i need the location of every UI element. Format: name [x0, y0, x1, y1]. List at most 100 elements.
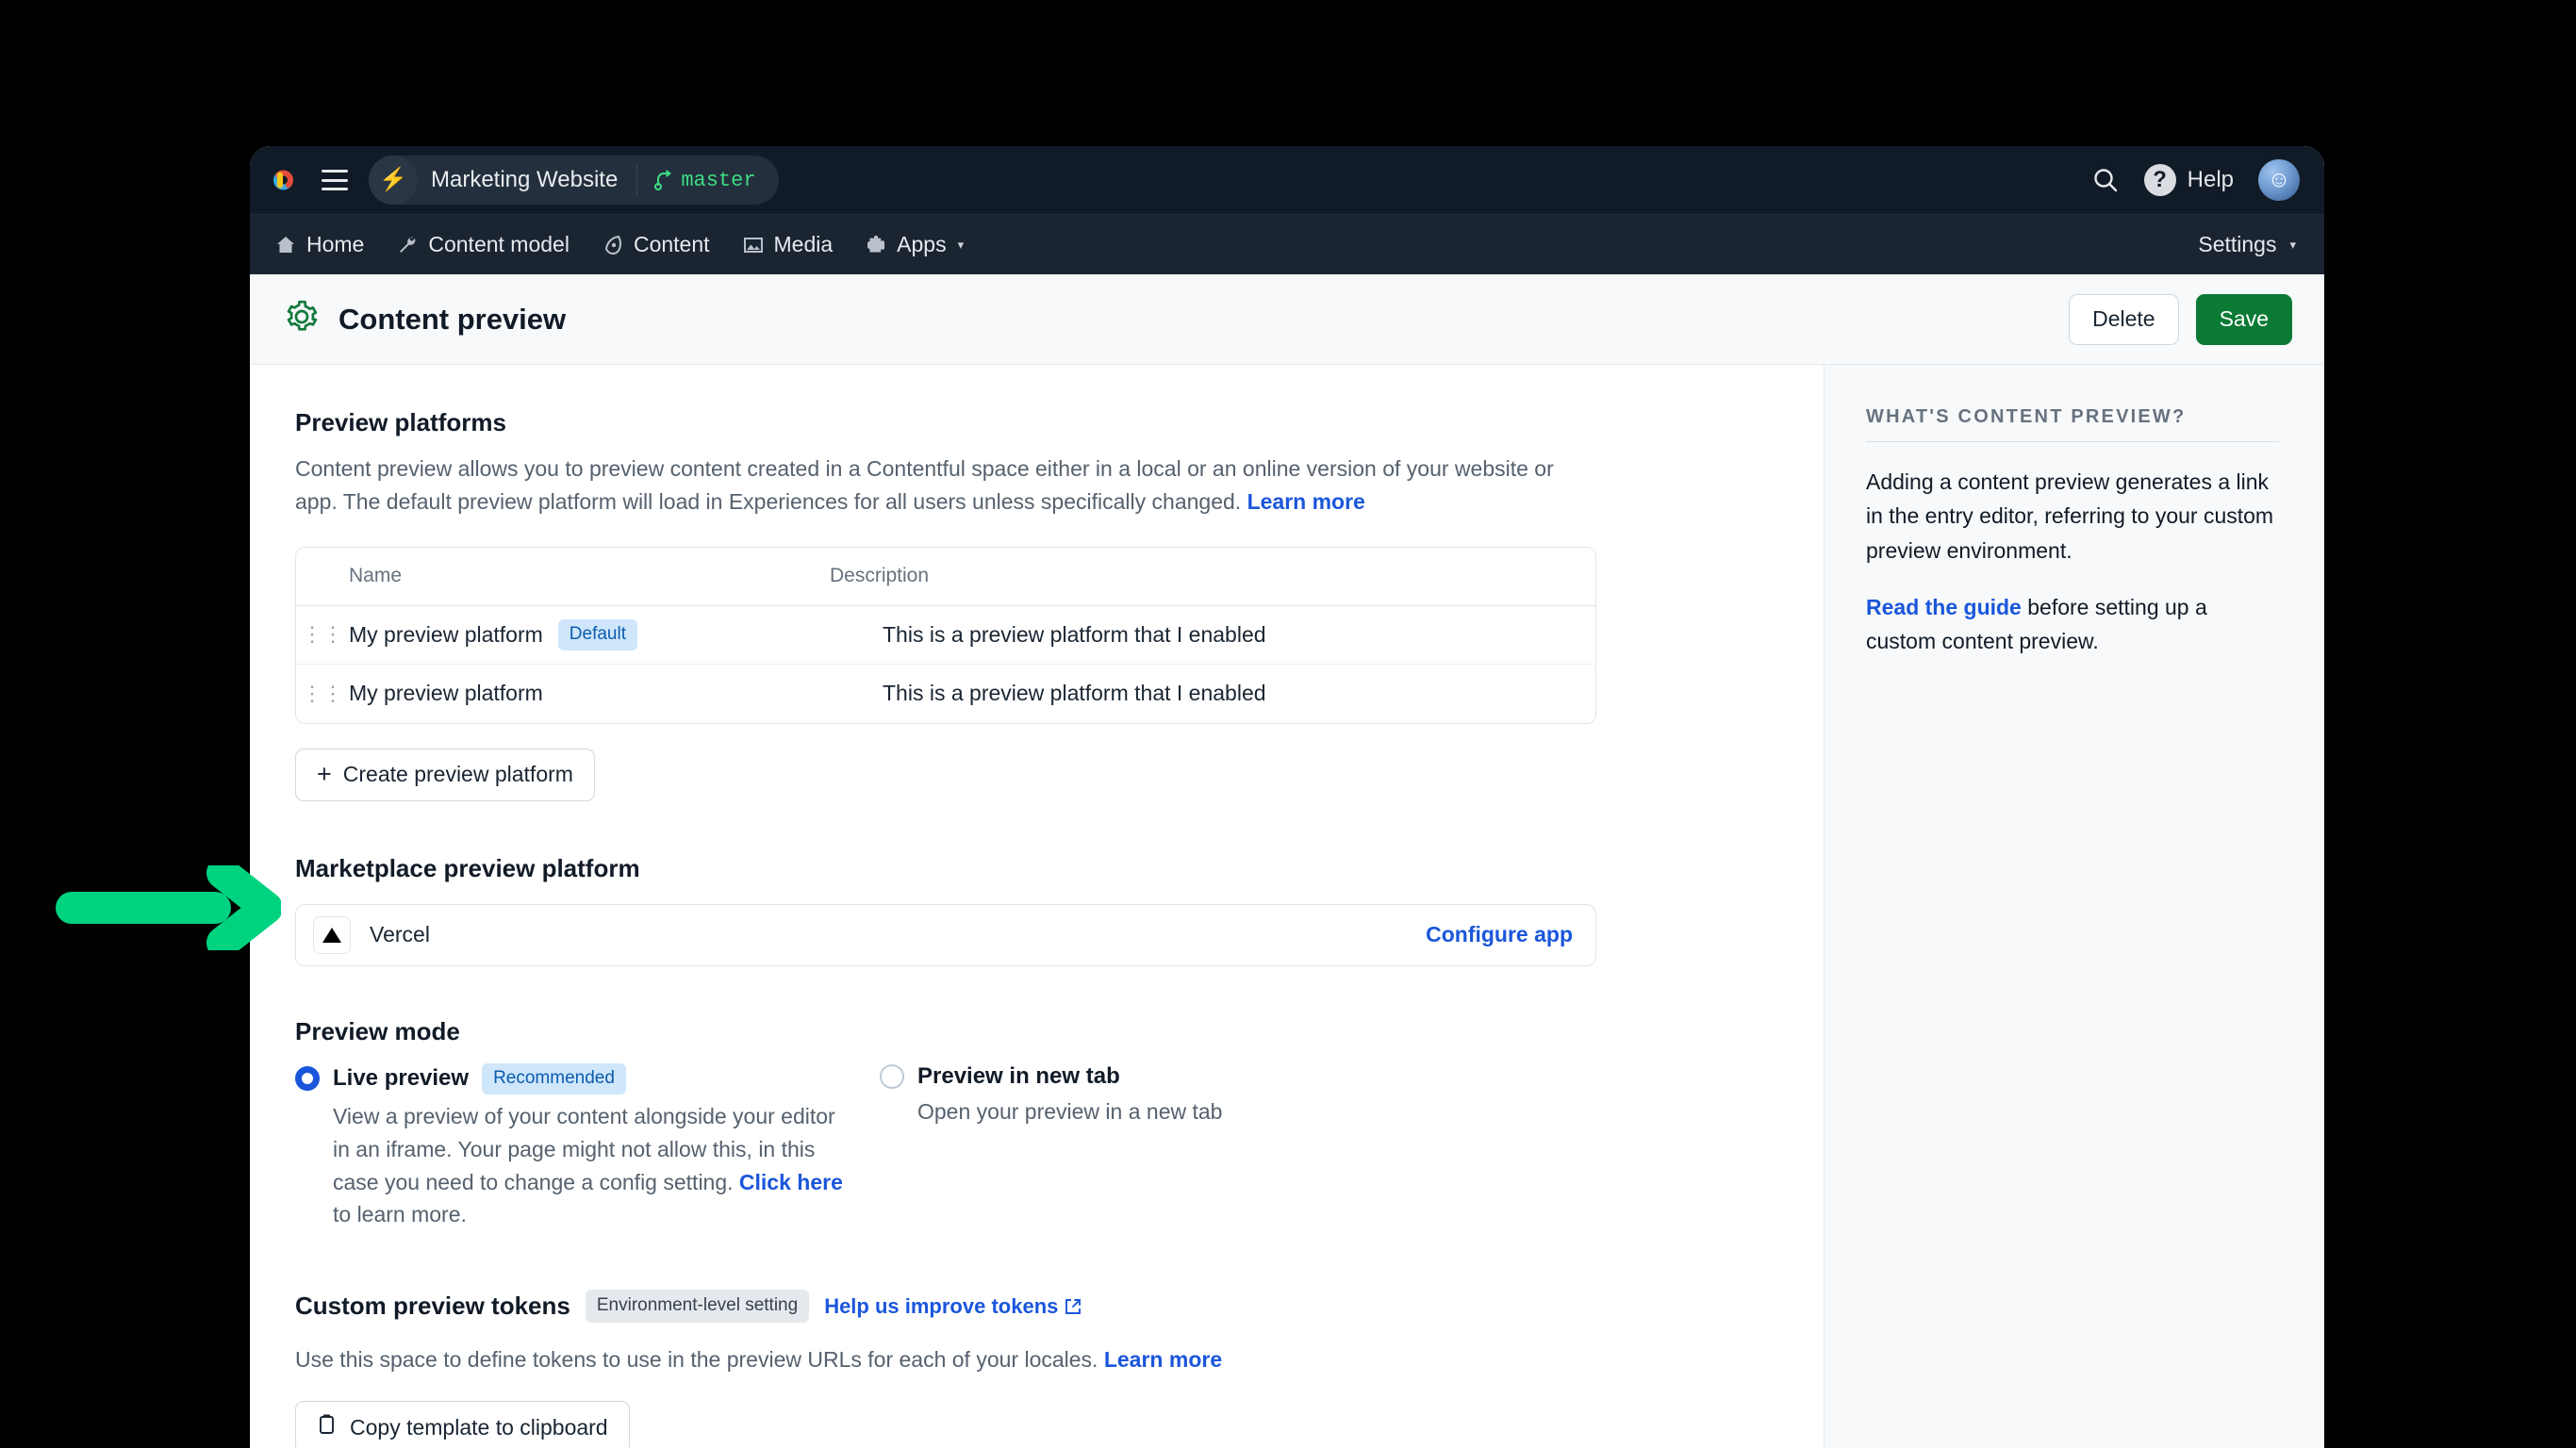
- puzzle-icon: [865, 234, 887, 256]
- green-arrow-right-icon: [56, 865, 281, 950]
- lightning-bolt-icon: ⚡: [369, 156, 418, 205]
- space-selector[interactable]: ⚡ Marketing Website master: [369, 156, 779, 205]
- custom-tokens-title-row: Custom preview tokens Environment-level …: [295, 1290, 1824, 1324]
- drag-handle-icon[interactable]: ⋮⋮: [296, 622, 349, 647]
- preview-platforms-description: Content preview allows you to preview co…: [295, 452, 1596, 518]
- help-us-improve-tokens-link[interactable]: Help us improve tokens: [824, 1294, 1082, 1319]
- configure-app-link[interactable]: Configure app: [1426, 922, 1573, 947]
- custom-tokens-description: Use this space to define tokens to use i…: [295, 1343, 1596, 1376]
- top-bar-left: ⚡ Marketing Website master: [272, 156, 779, 205]
- column-header-name: Name: [349, 565, 403, 587]
- create-preview-platform-button[interactable]: + Create preview platform: [295, 748, 595, 801]
- column-header-description: Description: [830, 565, 930, 587]
- nav-item-content[interactable]: Content: [602, 232, 710, 257]
- gear-icon: [284, 299, 320, 339]
- nav-item-content-model[interactable]: Content model: [396, 232, 570, 257]
- preview-mode-label: Live preview: [333, 1065, 470, 1092]
- preview-platforms-table: Name Description ⋮⋮ My preview platform …: [295, 546, 1596, 724]
- platform-name-cell: My preview platform Default: [349, 619, 883, 650]
- default-badge: Default: [557, 619, 637, 650]
- nav-items: Home Content model Content Media Apps ▾: [274, 232, 964, 257]
- drag-handle-icon[interactable]: ⋮⋮: [296, 682, 349, 706]
- vercel-triangle-icon: [313, 915, 351, 954]
- environment-name: master: [681, 168, 756, 192]
- radio-preview-new-tab[interactable]: [880, 1063, 904, 1089]
- preview-mode-title: Preview mode: [295, 1016, 460, 1045]
- preview-mode-options: Live preview Recommended View a preview …: [295, 1062, 1824, 1232]
- nav-item-label: Content model: [428, 232, 570, 256]
- sidebar-paragraph-1: Adding a content preview generates a lin…: [1866, 469, 2274, 563]
- branch-switch-icon: [654, 170, 671, 190]
- platform-description: This is a preview platform that I enable…: [883, 621, 1266, 647]
- space-name: Marketing Website: [418, 164, 638, 196]
- help-button[interactable]: ? Help: [2143, 164, 2234, 196]
- desc-after: to learn more.: [333, 1202, 467, 1227]
- nav-item-label: Media: [773, 232, 834, 256]
- page-title: Content preview: [339, 302, 567, 336]
- chevron-down-icon: ▾: [2289, 237, 2296, 252]
- nav-item-media[interactable]: Media: [742, 232, 834, 257]
- preview-mode-option-head: Live preview Recommended: [295, 1062, 880, 1094]
- preview-mode-option-new-tab[interactable]: Preview in new tab Open your preview in …: [880, 1063, 1464, 1232]
- sidebar-title: WHAT'S CONTENT PREVIEW?: [1866, 406, 2279, 442]
- hamburger-menu-icon[interactable]: [322, 170, 348, 190]
- platform-name-cell: My preview platform: [349, 681, 883, 706]
- description-line-2: The default preview platform will load i…: [342, 488, 1247, 514]
- preview-mode-option-head: Preview in new tab: [880, 1063, 1464, 1090]
- plus-icon: +: [317, 760, 332, 789]
- settings-label: Settings: [2198, 232, 2277, 256]
- image-icon: [742, 234, 765, 256]
- nav-item-label: Home: [306, 232, 365, 256]
- question-mark-icon: ?: [2143, 164, 2176, 196]
- page-header-actions: Delete Save: [2069, 293, 2292, 345]
- search-icon[interactable]: [2091, 166, 2120, 194]
- nav-bar: Home Content model Content Media Apps ▾ …: [250, 214, 2324, 274]
- tokens-desc-text: Use this space to define tokens to use i…: [295, 1347, 1104, 1373]
- top-bar-right: ? Help ☺: [2091, 159, 2300, 201]
- read-the-guide-link[interactable]: Read the guide: [1866, 595, 2022, 619]
- platform-name: My preview platform: [349, 621, 543, 647]
- delete-button[interactable]: Delete: [2069, 293, 2179, 345]
- home-icon: [274, 234, 297, 256]
- user-avatar-smiley-icon[interactable]: ☺: [2258, 159, 2300, 201]
- platform-description: This is a preview platform that I enable…: [883, 681, 1266, 706]
- marketplace-app-row: Vercel Configure app: [295, 903, 1596, 966]
- settings-menu[interactable]: Settings ▾: [2198, 232, 2296, 257]
- copy-template-label: Copy template to clipboard: [350, 1414, 608, 1440]
- help-label: Help: [2187, 167, 2234, 192]
- create-preview-platform-label: Create preview platform: [342, 762, 573, 787]
- nav-item-home[interactable]: Home: [274, 232, 364, 257]
- preview-mode-description: Open your preview in a new tab: [917, 1098, 1223, 1124]
- environment-chip[interactable]: master: [637, 169, 774, 192]
- table-row[interactable]: ⋮⋮ My preview platform This is a preview…: [296, 664, 1595, 723]
- sidebar-paragraph-2: Read the guide before setting up a custo…: [1866, 590, 2279, 659]
- save-button[interactable]: Save: [2195, 293, 2292, 345]
- page-title-wrap: Content preview: [284, 299, 566, 339]
- nav-item-apps[interactable]: Apps ▾: [865, 232, 964, 257]
- app-window: ⚡ Marketing Website master ? Help ☺ Home…: [250, 146, 2324, 1448]
- clipboard-icon: [317, 1413, 338, 1441]
- marketplace-title: Marketplace preview platform: [295, 853, 640, 882]
- contentful-logo-icon[interactable]: [272, 164, 305, 196]
- chevron-down-icon: ▾: [957, 237, 965, 252]
- preview-mode-option-live[interactable]: Live preview Recommended View a preview …: [295, 1062, 880, 1232]
- table-row[interactable]: ⋮⋮ My preview platform Default This is a…: [296, 605, 1595, 665]
- copy-template-button[interactable]: Copy template to clipboard: [295, 1401, 630, 1448]
- radio-live-preview[interactable]: [295, 1066, 320, 1092]
- main-column: Preview platforms Content preview allows…: [250, 365, 1825, 1448]
- learn-more-link[interactable]: Learn more: [1247, 489, 1365, 514]
- custom-tokens-title: Custom preview tokens: [295, 1292, 570, 1321]
- help-link-label: Help us improve tokens: [824, 1293, 1059, 1318]
- platform-name: My preview platform: [349, 681, 543, 706]
- click-here-link[interactable]: Click here: [739, 1170, 843, 1194]
- sidebar: WHAT'S CONTENT PREVIEW? Adding a content…: [1825, 365, 2324, 1448]
- marketplace-app-name: Vercel: [370, 922, 430, 947]
- nav-item-label: Apps: [897, 232, 947, 256]
- recommended-badge: Recommended: [482, 1062, 626, 1094]
- environment-level-badge: Environment-level setting: [585, 1290, 810, 1324]
- preview-mode-label: Preview in new tab: [917, 1062, 1120, 1089]
- tokens-learn-more-link[interactable]: Learn more: [1104, 1347, 1222, 1372]
- wrench-icon: [396, 234, 419, 256]
- top-bar: ⚡ Marketing Website master ? Help ☺: [250, 146, 2324, 214]
- preview-mode-description: View a preview of your content alongside…: [333, 1100, 847, 1232]
